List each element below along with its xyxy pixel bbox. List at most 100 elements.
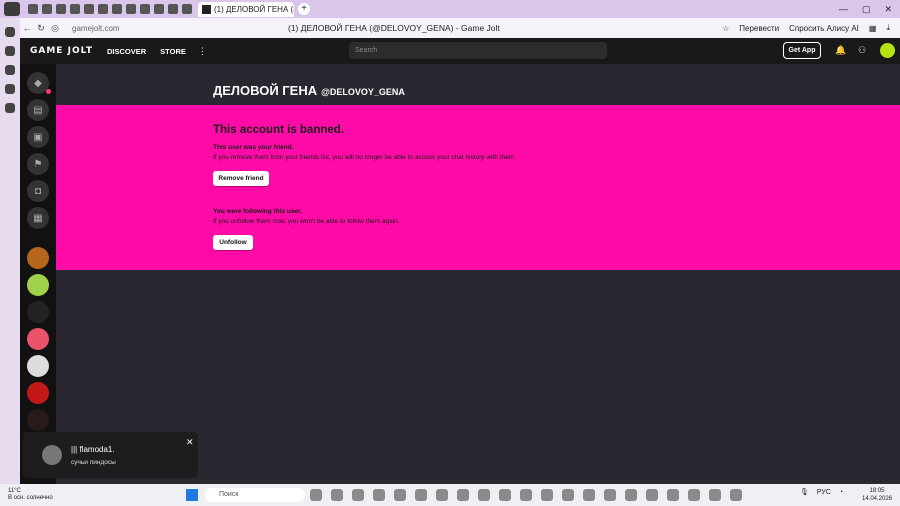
taskbar-app-icon[interactable] bbox=[583, 489, 595, 501]
sidebar-app-icon[interactable] bbox=[5, 65, 15, 75]
rail-store-icon[interactable]: ▤ bbox=[27, 99, 49, 121]
taskbar-app-icon[interactable] bbox=[499, 489, 511, 501]
start-button-icon[interactable] bbox=[186, 489, 198, 501]
taskbar-app-icon[interactable] bbox=[373, 489, 385, 501]
following-heading: You were following this user. bbox=[213, 208, 303, 215]
pinned-tabs bbox=[28, 4, 192, 14]
weather-temp: 11°C bbox=[8, 488, 21, 494]
pinned-tab[interactable] bbox=[112, 4, 122, 14]
alisa-button[interactable]: Спросить Алису AI bbox=[789, 24, 859, 33]
taskbar-app-icon[interactable] bbox=[331, 489, 343, 501]
community-avatar[interactable] bbox=[27, 409, 49, 431]
pinned-tab[interactable] bbox=[182, 4, 192, 14]
pinned-tab[interactable] bbox=[154, 4, 164, 14]
taskbar-app-icon[interactable] bbox=[310, 489, 322, 501]
reload-icon[interactable]: ↻ bbox=[34, 23, 48, 34]
maximize-icon[interactable]: ▢ bbox=[862, 4, 871, 15]
taskbar-app-icon[interactable] bbox=[562, 489, 574, 501]
active-tab[interactable]: (1) ДЕЛОВОЙ ГЕНА (@ × bbox=[198, 1, 294, 17]
profile-handle[interactable]: @DELOVOY_GENA bbox=[321, 87, 405, 97]
minimize-icon[interactable]: — bbox=[839, 4, 848, 15]
search-input[interactable]: Search bbox=[349, 42, 607, 59]
taskbar-app-icon[interactable] bbox=[394, 489, 406, 501]
taskbar-app-icon[interactable] bbox=[520, 489, 532, 501]
sidebar-app-icon[interactable] bbox=[5, 103, 15, 113]
unfollow-button[interactable]: Unfollow bbox=[213, 235, 253, 250]
sidebar-app-icon[interactable] bbox=[5, 46, 15, 56]
taskbar-search[interactable]: Поиск bbox=[205, 488, 305, 502]
sidebar-app-icon[interactable] bbox=[5, 84, 15, 94]
sidebar-app-icon[interactable] bbox=[5, 27, 15, 37]
rail-backpack-icon[interactable]: ▣ bbox=[27, 126, 49, 148]
toast-close-icon[interactable]: ✕ bbox=[186, 437, 194, 448]
address-bar: ← ↻ ◎ gamejolt.com (1) ДЕЛОВОЙ ГЕНА (@DE… bbox=[20, 18, 900, 38]
page-title-display: (1) ДЕЛОВОЙ ГЕНА (@DELOVOY_GENA) - Game … bbox=[288, 23, 500, 33]
pinned-tab[interactable] bbox=[28, 4, 38, 14]
pinned-tab[interactable] bbox=[140, 4, 150, 14]
pinned-tab[interactable] bbox=[56, 4, 66, 14]
chat-notification-toast[interactable]: ||| flamoda1. сучьи пиндосы ✕ bbox=[23, 432, 198, 478]
gamejolt-logo[interactable]: GAME JOLT bbox=[30, 46, 93, 56]
bookmark-icon[interactable]: ☆ bbox=[722, 24, 729, 33]
clock[interactable]: 18:05 14.04.2026 bbox=[862, 487, 892, 503]
rail-shop-icon[interactable]: ⚑ bbox=[27, 153, 49, 175]
notification-dot bbox=[46, 89, 51, 94]
taskbar-app-icon[interactable] bbox=[541, 489, 553, 501]
taskbar-app-icon[interactable] bbox=[604, 489, 616, 501]
banned-notice: This account is banned. This user was yo… bbox=[56, 105, 900, 270]
taskbar-app-icon[interactable] bbox=[352, 489, 364, 501]
more-menu-icon[interactable]: ⋮ bbox=[198, 46, 207, 57]
microphone-icon[interactable]: 🎙 bbox=[800, 488, 809, 496]
weather-desc: В осн. солнечно bbox=[8, 495, 53, 501]
banned-title: This account is banned. bbox=[213, 124, 344, 136]
profile-name: ДЕЛОВОЙ ГЕНА bbox=[213, 83, 318, 98]
user-avatar[interactable] bbox=[880, 43, 895, 58]
friend-text: If you remove them from your friends lis… bbox=[213, 154, 517, 161]
friends-icon[interactable]: ⚇ bbox=[858, 45, 866, 56]
nav-store[interactable]: STORE bbox=[160, 47, 186, 56]
taskbar-app-icon[interactable] bbox=[625, 489, 637, 501]
nav-discover[interactable]: DISCOVER bbox=[107, 47, 146, 56]
weather-widget[interactable]: 11°C В осн. солнечно bbox=[8, 488, 53, 502]
pinned-tab[interactable] bbox=[84, 4, 94, 14]
downloads-icon[interactable]: ⤓ bbox=[886, 23, 890, 33]
pinned-tab[interactable] bbox=[168, 4, 178, 14]
window-controls: — ▢ ✕ bbox=[839, 4, 892, 15]
new-tab-button[interactable]: + bbox=[298, 3, 310, 15]
pinned-tab[interactable] bbox=[42, 4, 52, 14]
taskbar-app-icon[interactable] bbox=[667, 489, 679, 501]
taskbar-app-icon[interactable] bbox=[709, 489, 721, 501]
extensions-icon[interactable]: ▦ bbox=[869, 24, 877, 33]
pinned-tab[interactable] bbox=[126, 4, 136, 14]
toast-message: сучьи пиндосы bbox=[71, 459, 116, 466]
taskbar-app-icon[interactable] bbox=[688, 489, 700, 501]
rail-library-icon[interactable]: ◘ bbox=[27, 180, 49, 202]
url-field[interactable]: gamejolt.com bbox=[72, 24, 272, 33]
community-avatar[interactable] bbox=[27, 328, 49, 350]
site-left-rail: ◆ ▤ ▣ ⚑ ◘ ▦ bbox=[20, 64, 56, 484]
pinned-tab[interactable] bbox=[70, 4, 80, 14]
taskbar-app-icon[interactable] bbox=[415, 489, 427, 501]
translate-button[interactable]: Перевести bbox=[739, 24, 779, 33]
community-avatar[interactable] bbox=[27, 274, 49, 296]
pinned-tab[interactable] bbox=[98, 4, 108, 14]
community-avatar[interactable] bbox=[27, 355, 49, 377]
taskbar-app-icon[interactable] bbox=[646, 489, 658, 501]
community-avatar[interactable] bbox=[27, 301, 49, 323]
notifications-icon[interactable]: 🔔 bbox=[835, 45, 846, 56]
close-window-icon[interactable]: ✕ bbox=[884, 4, 892, 15]
back-icon[interactable]: ← bbox=[20, 23, 34, 33]
browser-menu-icon[interactable] bbox=[4, 2, 20, 16]
rail-grid-icon[interactable]: ▦ bbox=[27, 207, 49, 229]
taskbar-app-icon[interactable] bbox=[478, 489, 490, 501]
taskbar-app-icon[interactable] bbox=[436, 489, 448, 501]
taskbar-app-icon[interactable] bbox=[457, 489, 469, 501]
language-indicator[interactable]: РУС bbox=[817, 489, 831, 496]
taskbar-app-icon[interactable] bbox=[730, 489, 742, 501]
community-avatar[interactable] bbox=[27, 382, 49, 404]
network-icon[interactable]: ◔ bbox=[839, 489, 843, 496]
site-info-icon[interactable]: ◎ bbox=[48, 23, 62, 34]
community-avatar[interactable] bbox=[27, 247, 49, 269]
get-app-button[interactable]: Get App bbox=[783, 42, 821, 59]
remove-friend-button[interactable]: Remove friend bbox=[213, 171, 269, 186]
